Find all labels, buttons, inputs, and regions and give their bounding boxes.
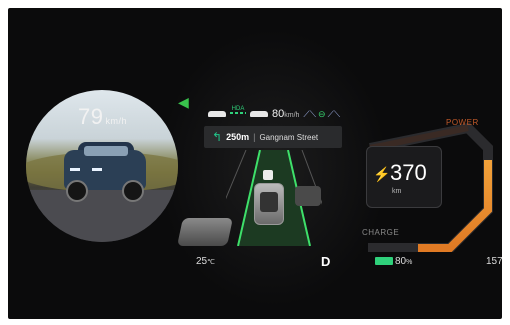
driver-assist-icons: ⟋⟍ ⊖ ⟋⟍ [303, 109, 340, 120]
separator: | [253, 132, 256, 142]
lead-vehicle-icon [263, 170, 273, 180]
ego-car-icon [250, 111, 268, 117]
gear-indicator: D [321, 254, 331, 269]
ego-vehicle-icon [254, 183, 284, 225]
speed-unit: km/h [105, 116, 127, 126]
turn-distance: 250m [226, 132, 250, 142]
street-name: Gangnam Street [259, 132, 319, 142]
ego-vehicle-roof [260, 192, 278, 212]
left-vehicle-icon [177, 218, 233, 246]
odometer-value: 1576 [486, 256, 502, 267]
camera-speed: 79 km/h [78, 104, 127, 130]
distance-dashes [230, 112, 246, 114]
charge-label: CHARGE [362, 228, 400, 237]
lead-car-icon [208, 111, 226, 117]
temperature-unit: ℃ [207, 259, 215, 266]
lane-icon: ⟋⟍ [303, 108, 317, 119]
set-speed-unit: km/h [284, 112, 300, 119]
direction-arrow-icon: ◀ [178, 94, 189, 110]
range-value: 370 [390, 160, 427, 185]
headlight-right [92, 168, 102, 171]
set-speed: 80km/h [272, 108, 299, 120]
steering-wheel-icon: ⊖ [318, 108, 326, 119]
odometer: 1576km [486, 256, 502, 267]
temperature-value: 25 [196, 256, 208, 267]
headlight-left [70, 168, 80, 171]
battery-unit: % [406, 259, 413, 266]
wheel-front [66, 180, 88, 202]
car-window [84, 146, 128, 156]
wheel-rear [122, 180, 144, 202]
battery-level: 80% [395, 256, 412, 267]
turn-left-icon: ↰ [212, 130, 223, 144]
range-unit: km [392, 188, 402, 195]
outside-temperature: 25℃ [196, 256, 215, 267]
navigation-bar: ↰ 250m | Gangnam Street [204, 126, 342, 148]
speed-value: 79 [78, 104, 104, 129]
power-track [369, 125, 469, 151]
battery-value: 80 [395, 256, 407, 267]
lane-keep-icon: ⟋⟍ [327, 108, 341, 119]
instrument-cluster: 79 km/h ◀ HDA 80km/h ⟋⟍ ⊖ ⟋⟍ ↰ 250m | Gan… [8, 8, 502, 319]
road [26, 190, 178, 242]
adas-status: HDA 80km/h ⟋⟍ ⊖ ⟋⟍ [208, 106, 340, 120]
set-speed-value: 80 [272, 108, 285, 120]
power-label: POWER [446, 118, 479, 127]
right-vehicle-icon [295, 186, 321, 206]
charging-plug-icon: ⚡ [373, 166, 391, 182]
battery-icon [375, 257, 393, 265]
